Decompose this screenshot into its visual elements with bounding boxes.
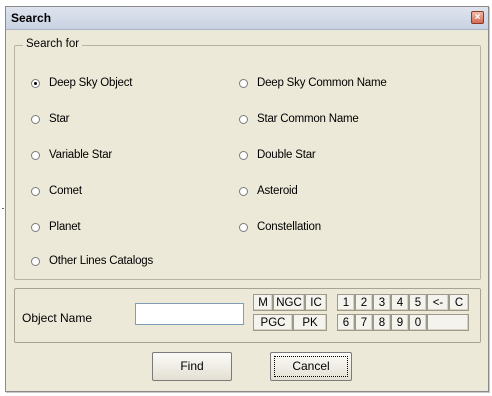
radio-icon xyxy=(239,114,248,124)
object-name-input[interactable] xyxy=(135,303,244,325)
radio-label: Comet xyxy=(49,185,82,197)
radio-icon xyxy=(239,186,248,196)
key-2[interactable]: 2 xyxy=(355,294,373,311)
find-button[interactable]: Find xyxy=(152,352,232,381)
key-0[interactable]: 0 xyxy=(409,314,427,331)
radio-icon xyxy=(239,222,248,232)
radio-label: Star xyxy=(49,113,70,125)
key-9[interactable]: 9 xyxy=(391,314,409,331)
key-backspace[interactable]: <- xyxy=(427,294,449,311)
key-pk[interactable]: PK xyxy=(293,314,327,331)
key-ic[interactable]: IC xyxy=(305,294,327,311)
radio-icon xyxy=(239,150,248,160)
radio-planet[interactable]: Planet xyxy=(31,221,81,233)
radio-icon xyxy=(31,222,40,232)
key-m[interactable]: M xyxy=(253,294,273,311)
radio-label: Constellation xyxy=(257,221,321,233)
radio-label: Deep Sky Object xyxy=(49,77,133,89)
radio-variable-star[interactable]: Variable Star xyxy=(31,149,112,161)
radio-selected-icon xyxy=(31,78,40,88)
key-ngc[interactable]: NGC xyxy=(273,294,305,311)
radio-deep-sky-object[interactable]: Deep Sky Object xyxy=(31,77,132,89)
radio-label: Star Common Name xyxy=(257,113,359,125)
key-clear[interactable]: C xyxy=(449,294,469,311)
radio-double-star[interactable]: Double Star xyxy=(239,149,316,161)
dialog-title: Search xyxy=(11,11,52,25)
key-4[interactable]: 4 xyxy=(391,294,409,311)
key-6[interactable]: 6 xyxy=(337,314,355,331)
cancel-button-label: Cancel xyxy=(292,359,330,373)
radio-label: Double Star xyxy=(257,149,316,161)
key-8[interactable]: 8 xyxy=(373,314,391,331)
key-pgc[interactable]: PGC xyxy=(253,314,293,331)
search-for-group: Search for Deep Sky Object Star Variable… xyxy=(14,38,481,280)
object-name-panel: Object Name M NGC IC PGC PK 1 2 3 4 5 <-… xyxy=(14,288,481,343)
radio-label: Asteroid xyxy=(257,185,298,197)
radio-icon xyxy=(31,186,40,196)
key-blank[interactable] xyxy=(427,314,469,331)
find-button-label: Find xyxy=(180,359,204,373)
radio-label: Planet xyxy=(49,221,81,233)
radio-icon xyxy=(31,114,40,124)
radio-asteroid[interactable]: Asteroid xyxy=(239,185,298,197)
radio-constellation[interactable]: Constellation xyxy=(239,221,321,233)
object-name-label: Object Name xyxy=(22,311,93,325)
cancel-button[interactable]: Cancel xyxy=(270,352,352,381)
search-for-legend: Search for xyxy=(23,38,83,50)
radio-star-common-name[interactable]: Star Common Name xyxy=(239,113,359,125)
close-icon[interactable]: × xyxy=(471,11,484,24)
radio-deep-sky-common-name[interactable]: Deep Sky Common Name xyxy=(239,77,387,89)
radio-icon xyxy=(239,78,248,88)
radio-label: Deep Sky Common Name xyxy=(257,77,387,89)
radio-icon xyxy=(31,256,40,266)
radio-icon xyxy=(31,150,40,160)
key-7[interactable]: 7 xyxy=(355,314,373,331)
title-bar: Search × xyxy=(6,7,488,30)
radio-other-lines-catalogs[interactable]: Other Lines Catalogs xyxy=(31,255,153,267)
key-1[interactable]: 1 xyxy=(337,294,355,311)
key-5[interactable]: 5 xyxy=(409,294,427,311)
radio-comet[interactable]: Comet xyxy=(31,185,82,197)
search-dialog: Search × Search for Deep Sky Object Star… xyxy=(5,6,489,392)
key-3[interactable]: 3 xyxy=(373,294,391,311)
radio-label: Variable Star xyxy=(49,149,113,161)
radio-label: Other Lines Catalogs xyxy=(49,255,154,267)
stray-dot xyxy=(2,208,4,209)
radio-star[interactable]: Star xyxy=(31,113,69,125)
